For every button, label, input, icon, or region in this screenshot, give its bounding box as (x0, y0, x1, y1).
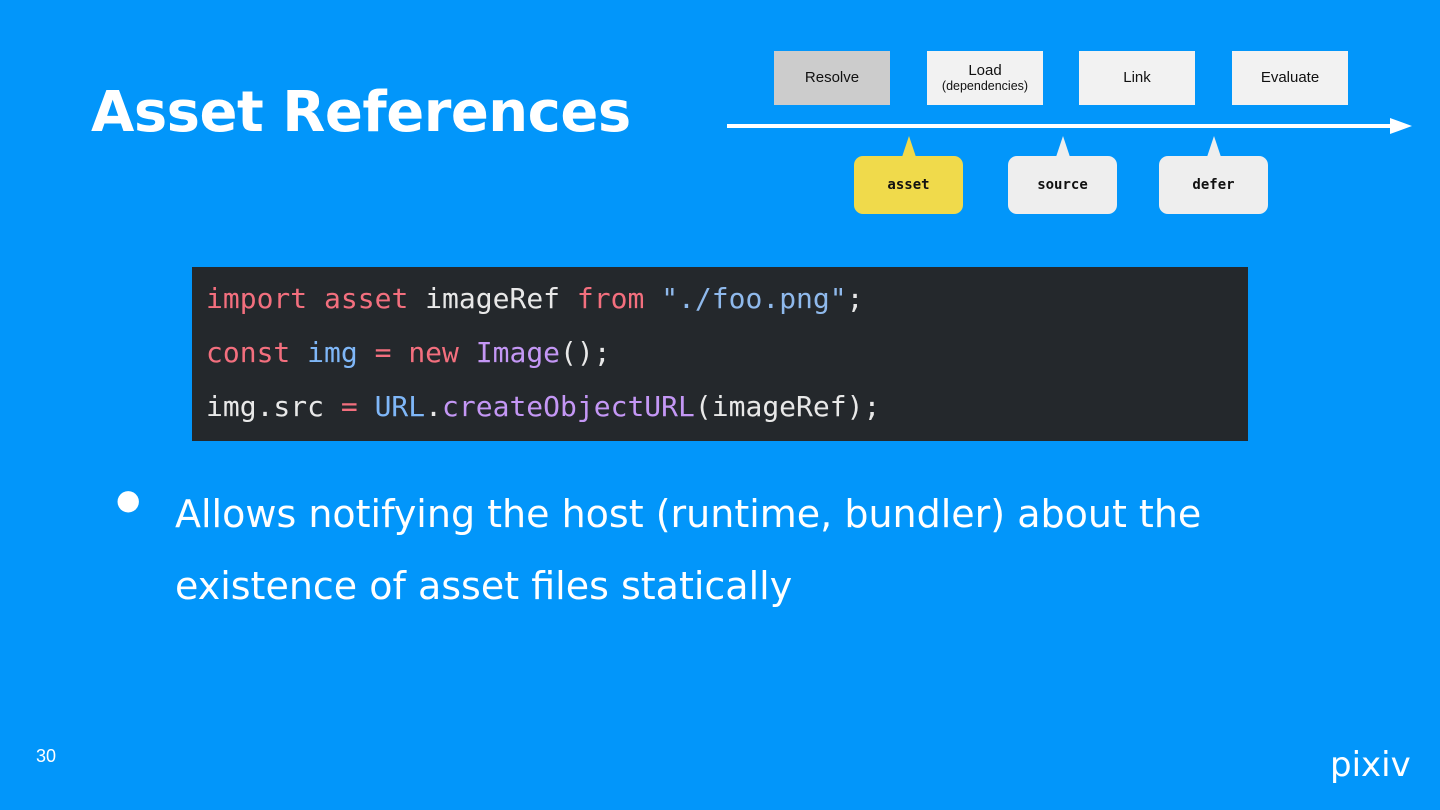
stage-resolve: Resolve (774, 51, 890, 105)
pixiv-logo-text: pixiv (1330, 745, 1411, 785)
timeline-arrow-line (727, 124, 1397, 128)
code-token: img (307, 336, 358, 369)
code-token: createObjectURL (442, 390, 695, 423)
callout-defer: defer (1159, 136, 1268, 214)
code-line-1: import asset imageRef from "./foo.png"; (206, 277, 1234, 331)
code-token: imageRef (408, 282, 577, 315)
code-token: (); (560, 336, 611, 369)
code-token: Image (475, 336, 561, 369)
slide-title: Asset References (91, 80, 631, 145)
code-block: import asset imageRef from "./foo.png"; … (192, 267, 1248, 441)
stage-load: Load (dependencies) (927, 51, 1043, 105)
code-token: img.src (206, 390, 341, 423)
code-token: URL (374, 390, 426, 423)
code-token: "./foo.png" (661, 282, 847, 315)
code-line-2: const img = new Image(); (206, 331, 1234, 385)
code-token: = (374, 336, 392, 369)
code-token: import (206, 282, 308, 315)
timeline-arrowhead-icon (1390, 118, 1412, 134)
stage-evaluate-label: Evaluate (1260, 69, 1320, 86)
callout-asset-label: asset (887, 177, 930, 193)
code-token: . (425, 390, 443, 423)
callout-source: source (1008, 136, 1117, 214)
callout-source-label: source (1037, 177, 1088, 193)
stage-link-label: Link (1123, 69, 1151, 86)
code-token: asset (324, 282, 409, 315)
code-token: (imageRef); (694, 390, 881, 423)
stage-evaluate: Evaluate (1232, 51, 1348, 105)
stage-load-label: Load (968, 62, 1002, 79)
stage-link: Link (1079, 51, 1195, 105)
page-number: 30 (36, 746, 57, 766)
code-token: = (340, 390, 358, 423)
callout-defer-label: defer (1192, 177, 1235, 193)
stage-resolve-label: Resolve (804, 69, 860, 86)
code-token: ; (846, 282, 864, 315)
code-token: const (206, 336, 291, 369)
code-token: new (408, 336, 459, 369)
bullet-marker: ● (116, 483, 141, 516)
stage-load-sublabel: (dependencies) (941, 79, 1029, 93)
pixiv-logo: pixiv (1330, 745, 1411, 785)
code-token: from (576, 282, 645, 315)
bullet-text: Allows notifying the host (runtime, bund… (175, 492, 1202, 608)
code-line-3: img.src = URL.createObjectURL(imageRef); (206, 385, 1234, 439)
callout-asset: asset (854, 136, 963, 214)
